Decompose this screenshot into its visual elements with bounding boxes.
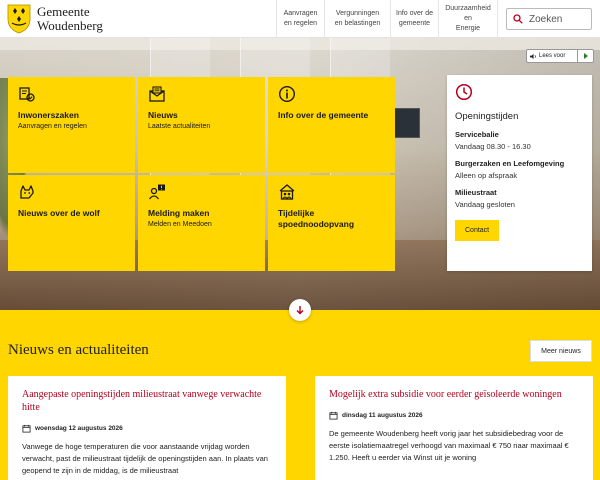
hours-value: Alleen op afspraak <box>455 171 518 180</box>
nav-label: Vergunningen <box>335 10 380 17</box>
search-box[interactable] <box>506 8 592 30</box>
arrow-down-icon <box>296 306 304 315</box>
news-section: Nieuws en actualiteiten Meer nieuws Aang… <box>0 310 600 480</box>
readspeaker-label: Lees voor <box>539 53 566 59</box>
news-card[interactable]: Mogelijk extra subsidie voor eerder geïs… <box>315 376 593 480</box>
calendar-icon <box>329 411 338 420</box>
calendar-icon <box>22 424 31 433</box>
news-card-title[interactable]: Aangepaste openingstijden milieustraat v… <box>22 388 272 414</box>
nav-label: gemeente <box>398 20 431 27</box>
news-date-text: woensdag 12 augustus 2026 <box>35 425 123 432</box>
tile-title: Nieuws <box>148 110 178 120</box>
tile-wolf[interactable]: Nieuws over de wolf <box>8 175 135 271</box>
wolf-icon <box>20 185 34 199</box>
news-card-date: dinsdag 11 augustus 2026 <box>329 411 579 420</box>
nav-aanvragen[interactable]: Aanvragen en regelen <box>276 0 324 38</box>
tile-subtitle: Aanvragen en regelen <box>18 123 87 130</box>
hours-value: Vandaag gesloten <box>455 200 515 209</box>
tile-inwonerszaken[interactable]: Inwonerszaken Aanvragen en regelen <box>8 77 135 173</box>
nav-label: Duurzaamheid <box>445 5 491 12</box>
nav-label: Info over de <box>396 10 433 17</box>
news-card[interactable]: Aangepaste openingstijden milieustraat v… <box>8 376 286 480</box>
search-icon <box>513 14 523 24</box>
info-icon <box>278 85 296 103</box>
news-card-text: Vanwege de hoge temperaturen die voor aa… <box>22 442 268 475</box>
news-heading: Nieuws en actualiteiten <box>8 342 149 358</box>
nav-duurzaamheid[interactable]: Duurzaamheid en Energie <box>438 0 498 38</box>
logo-line-1: Gemeente <box>37 3 90 19</box>
tile-title: Nieuws over de wolf <box>18 208 100 218</box>
contact-button[interactable]: Contact <box>455 220 500 241</box>
hours-label: Milieustraat <box>455 188 497 197</box>
permit-icon <box>19 87 35 102</box>
report-icon <box>148 184 165 200</box>
nav-info-gemeente[interactable]: Info over de gemeente <box>390 0 438 38</box>
nav-vergunningen[interactable]: Vergunningen en belastingen <box>324 0 390 38</box>
clock-icon <box>455 83 473 101</box>
news-card-title[interactable]: Mogelijk extra subsidie voor eerder geïs… <box>329 388 579 401</box>
search-input[interactable] <box>529 13 589 25</box>
newsletter-icon <box>149 86 165 102</box>
tile-subtitle: Laatste actualiteiten <box>148 123 211 130</box>
logo[interactable]: Gemeente Woudenberg <box>6 3 103 34</box>
readspeaker-button[interactable]: Lees voor <box>526 49 594 63</box>
hours-label: Burgerzaken en Leefomgeving <box>455 159 565 168</box>
more-news-button[interactable]: Meer nieuws <box>530 340 592 362</box>
tile-spoednoodopvang[interactable]: Tijdelijke spoednoodopvang <box>268 175 395 271</box>
logo-line-2: Woudenberg <box>37 17 103 33</box>
hours-value: Vandaag 08.30 - 16.30 <box>455 142 531 151</box>
scroll-down-button[interactable] <box>289 299 311 321</box>
opening-hours-card: Openingstijden Servicebalie Vandaag 08.3… <box>447 75 592 271</box>
nav-label: en belastingen <box>334 20 381 27</box>
site-header: Gemeente Woudenberg Aanvragen en regelen … <box>0 0 600 38</box>
news-card-text: De gemeente Woudenberg heeft vorig jaar … <box>329 429 569 462</box>
tile-title: Melding maken <box>148 208 210 218</box>
tile-title: Tijdelijke spoednoodopvang <box>278 208 355 229</box>
nav-label: Aanvragen <box>283 10 318 17</box>
nav-label: en regelen <box>283 20 318 27</box>
tile-title: Info over de gemeente <box>278 110 369 120</box>
nav-label: en <box>464 15 472 22</box>
tile-title: Inwonerszaken <box>18 110 79 120</box>
tile-melding-maken[interactable]: Melding maken Melden en Meedoen <box>138 175 265 271</box>
news-date-text: dinsdag 11 augustus 2026 <box>342 412 423 419</box>
nav-label: Energie <box>455 25 481 32</box>
opening-hours-title: Openingstijden <box>455 111 519 122</box>
speaker-icon <box>530 53 536 59</box>
coat-of-arms-icon <box>7 4 31 34</box>
tile-nieuws[interactable]: Nieuws Laatste actualiteiten <box>138 77 265 173</box>
childcare-icon <box>279 184 295 200</box>
play-icon <box>583 53 588 59</box>
hours-label: Servicebalie <box>455 130 499 139</box>
news-card-date: woensdag 12 augustus 2026 <box>22 424 272 433</box>
tile-subtitle: Melden en Meedoen <box>148 221 212 228</box>
tile-info-gemeente[interactable]: Info over de gemeente <box>268 77 395 173</box>
play-button[interactable] <box>577 50 593 62</box>
logo-text: Gemeente Woudenberg <box>37 3 103 33</box>
hero-monitor <box>392 108 420 138</box>
